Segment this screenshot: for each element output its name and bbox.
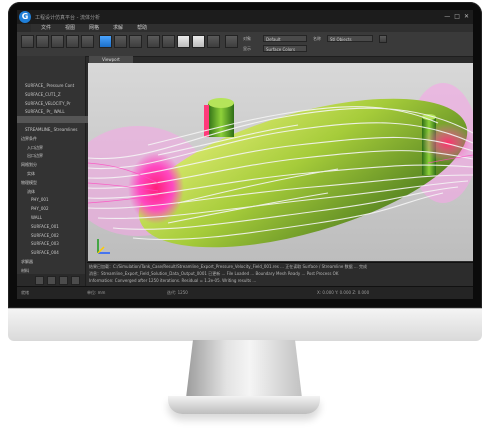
minimize-icon[interactable]: — xyxy=(444,13,450,21)
display-label: 显示 xyxy=(243,46,251,51)
menu-item-view[interactable]: 视图 xyxy=(65,24,75,32)
tree-item[interactable]: WALL xyxy=(17,204,99,220)
sidebar-tab-results[interactable] xyxy=(59,275,68,285)
status-units: 单位: mm xyxy=(87,290,106,295)
rotate-icon[interactable] xyxy=(129,35,142,48)
tree-item[interactable]: SURFACE_001 xyxy=(17,213,99,229)
grid-icon[interactable] xyxy=(114,35,127,48)
monitor-chin xyxy=(8,308,482,341)
name-label: 名称 xyxy=(313,36,321,41)
tree-item[interactable]: 物理模型 xyxy=(17,169,89,185)
tree-item[interactable]: SURFACE_ Pr_ WALL xyxy=(17,98,93,114)
screen: G 工程设计仿真平台 - 流体分析 — □ ✕ 文件 视图 网格 求解 帮助 对… xyxy=(17,10,473,299)
close-icon[interactable]: ✕ xyxy=(464,13,469,21)
fit-view-icon[interactable] xyxy=(207,35,220,48)
console-line: Information: Converged after 1250 iterat… xyxy=(89,278,257,283)
zoom-icon[interactable] xyxy=(225,35,238,48)
toolbar: 对象 Default 显示 Surface Colors 名称 Stl Obje… xyxy=(17,32,473,57)
import-icon[interactable] xyxy=(66,35,79,48)
monitor: G 工程设计仿真平台 - 流体分析 — □ ✕ 文件 视图 网格 求解 帮助 对… xyxy=(0,0,489,429)
object-select[interactable]: Default xyxy=(263,35,307,42)
tree-item[interactable]: 边界条件 xyxy=(17,125,89,141)
menu-bar: 文件 视图 网格 求解 帮助 xyxy=(31,24,473,32)
side-view-icon[interactable] xyxy=(162,35,175,48)
display-select[interactable]: Surface Colors xyxy=(263,45,307,52)
status-coordinates: X: 0.000 Y: 0.000 Z: 0.000 xyxy=(317,290,370,295)
save-icon[interactable] xyxy=(51,35,64,48)
sidebar-tab-tree[interactable] xyxy=(35,275,44,285)
app-logo-icon: G xyxy=(19,11,31,23)
menu-item-file[interactable]: 文件 xyxy=(41,24,51,32)
stl-objects-select[interactable]: Stl Objects xyxy=(327,35,373,42)
tree-item[interactable]: SURFACE_ Pressure Cont xyxy=(17,72,93,88)
export-icon[interactable] xyxy=(81,35,94,48)
front-view-icon[interactable] xyxy=(147,35,160,48)
iso-view-icon[interactable] xyxy=(192,35,205,48)
open-file-icon[interactable] xyxy=(36,35,49,48)
sidebar-tabs xyxy=(17,274,85,286)
status-iterations: 迭代: 1250 xyxy=(167,290,188,295)
tree-item[interactable]: PHY_001 xyxy=(17,186,99,202)
tree-item[interactable]: SURFACE_ Pr_ Pipe xyxy=(17,107,93,123)
object-label: 对象 xyxy=(243,36,251,41)
console-line: 消息：Streamline_Export_Field_Solution_Data… xyxy=(89,271,339,276)
monitor-stand-neck xyxy=(186,340,302,398)
tree-item[interactable]: SURFACE_002 xyxy=(17,222,99,238)
new-file-icon[interactable] xyxy=(21,35,34,48)
window-controls: — □ ✕ xyxy=(444,13,469,21)
3d-viewport[interactable] xyxy=(88,63,473,261)
tree-item[interactable]: 实体 xyxy=(17,160,95,176)
streamline-render xyxy=(88,63,473,261)
dropdown-icon[interactable] xyxy=(379,35,387,43)
tree-item[interactable]: 入口边界 xyxy=(17,134,95,150)
console-output: 结果已加载：C:/Simulation/Tank_Case/Result/Str… xyxy=(87,262,473,287)
top-view-icon[interactable] xyxy=(177,35,190,48)
tree-item[interactable]: SURFACE_003 xyxy=(17,230,99,246)
tree-item[interactable]: 求解器 xyxy=(17,248,89,264)
tree-item[interactable]: SURFACE_CUT1_Z xyxy=(17,81,93,97)
tree-item[interactable]: 网格划分 xyxy=(17,151,89,167)
tree-item[interactable]: 材料 xyxy=(17,257,89,273)
maximize-icon[interactable]: □ xyxy=(454,13,460,21)
console-line: 结果已加载：C:/Simulation/Tank_Case/Result/Str… xyxy=(89,264,367,269)
menu-item-help[interactable]: 帮助 xyxy=(137,24,147,32)
tree-item[interactable]: SURFACE_VELOCITY_Pr xyxy=(17,90,93,106)
window-title: 工程设计仿真平台 - 流体分析 xyxy=(35,14,100,21)
tree-item[interactable]: PHY_002 xyxy=(17,195,99,211)
viewport-tab[interactable]: Viewport xyxy=(89,56,133,63)
menu-item-solve[interactable]: 求解 xyxy=(113,24,123,32)
mesh-view-icon[interactable] xyxy=(99,35,112,48)
menu-item-mesh[interactable]: 网格 xyxy=(89,24,99,32)
tree-item[interactable]: STREAMLINE_ Streamlines xyxy=(17,116,93,132)
tree-item[interactable]: 流体 xyxy=(17,178,95,194)
tree-item[interactable]: 出口边界 xyxy=(17,142,95,158)
tree-item[interactable]: SURFACE_004 xyxy=(17,239,99,255)
status-bar: 就绪 单位: mm 迭代: 1250 X: 0.000 Y: 0.000 Z: … xyxy=(17,286,473,299)
model-tree-panel: SURFACE_ Pressure Cont SURFACE_CUT1_Z SURF… xyxy=(17,56,93,290)
title-bar: G 工程设计仿真平台 - 流体分析 — □ ✕ xyxy=(17,10,473,24)
tree-item[interactable]: 结果 xyxy=(17,266,89,282)
sidebar-tab-settings[interactable] xyxy=(71,275,80,285)
sidebar-tab-properties[interactable] xyxy=(47,275,56,285)
monitor-stand-base xyxy=(168,396,320,414)
status-ready: 就绪 xyxy=(21,290,29,295)
